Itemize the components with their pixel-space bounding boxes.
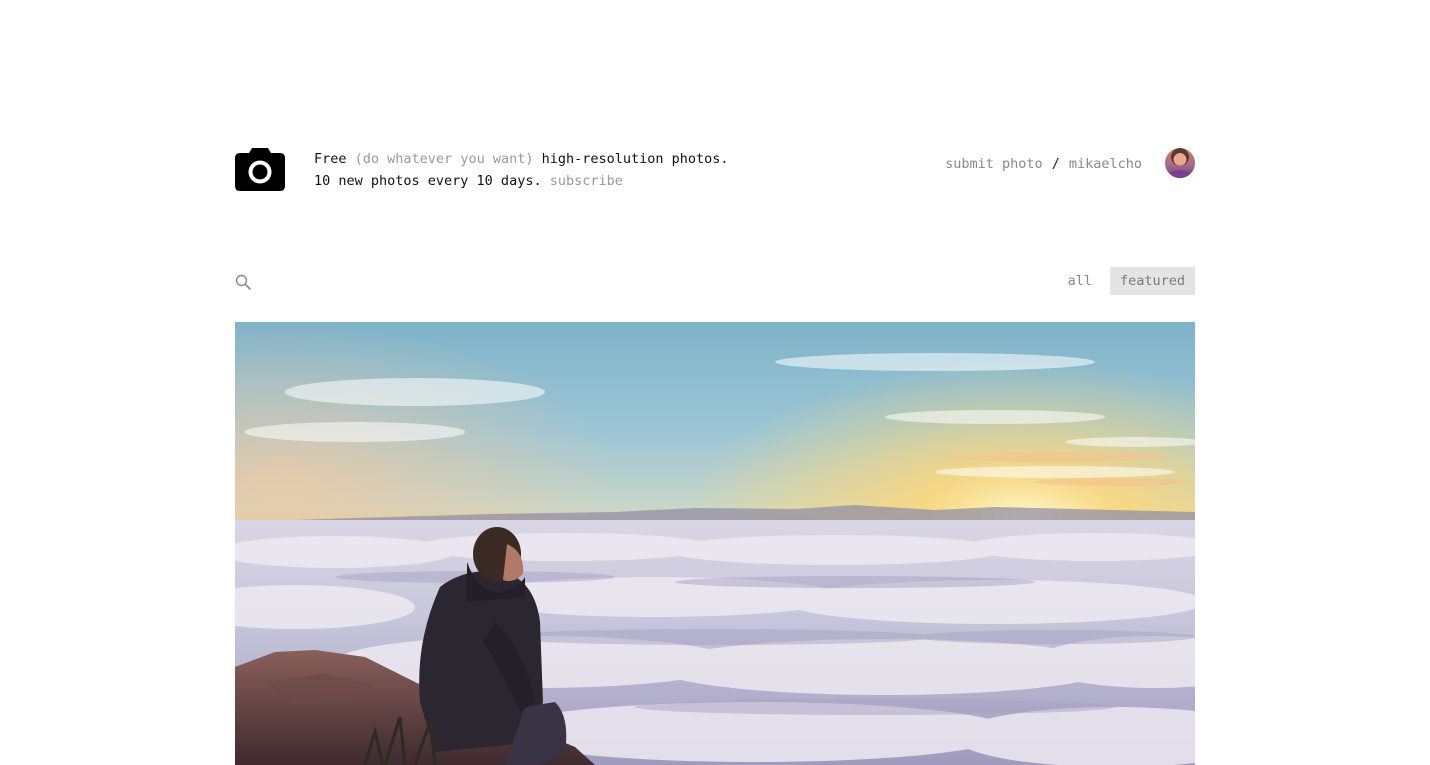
avatar-shoulders	[1169, 170, 1191, 178]
username-link[interactable]: mikaelcho	[1069, 156, 1142, 172]
avatar[interactable]	[1165, 148, 1195, 178]
tagline-frequency: 10 new photos every 10 days.	[314, 173, 542, 189]
tagline-aside: (do whatever you want)	[354, 151, 534, 167]
tab-featured[interactable]: featured	[1109, 267, 1195, 295]
header-nav: submit photo / mikaelcho	[945, 153, 1142, 175]
camera-icon[interactable]	[235, 147, 285, 191]
search-input[interactable]	[259, 271, 663, 295]
search-icon[interactable]	[235, 274, 251, 290]
tagline-free: Free	[314, 151, 347, 167]
nav-separator: /	[1051, 156, 1060, 172]
subscribe-link[interactable]: subscribe	[550, 173, 623, 189]
tagline-line-2: 10 new photos every 10 days. subscribe	[314, 170, 729, 192]
tab-all[interactable]: all	[1058, 267, 1102, 295]
featured-photo[interactable]	[235, 322, 1195, 765]
tagline-line-1: Free (do whatever you want) high-resolut…	[314, 148, 729, 170]
filter-bar: all featured	[235, 267, 1195, 295]
site-header: Free (do whatever you want) high-resolut…	[235, 147, 1195, 197]
page: Free (do whatever you want) high-resolut…	[0, 0, 1430, 765]
tagline-rest: high-resolution photos.	[541, 151, 729, 167]
submit-photo-link[interactable]: submit photo	[945, 156, 1043, 172]
photo-filter-tabs: all featured	[1058, 267, 1195, 295]
tagline: Free (do whatever you want) high-resolut…	[314, 148, 729, 192]
